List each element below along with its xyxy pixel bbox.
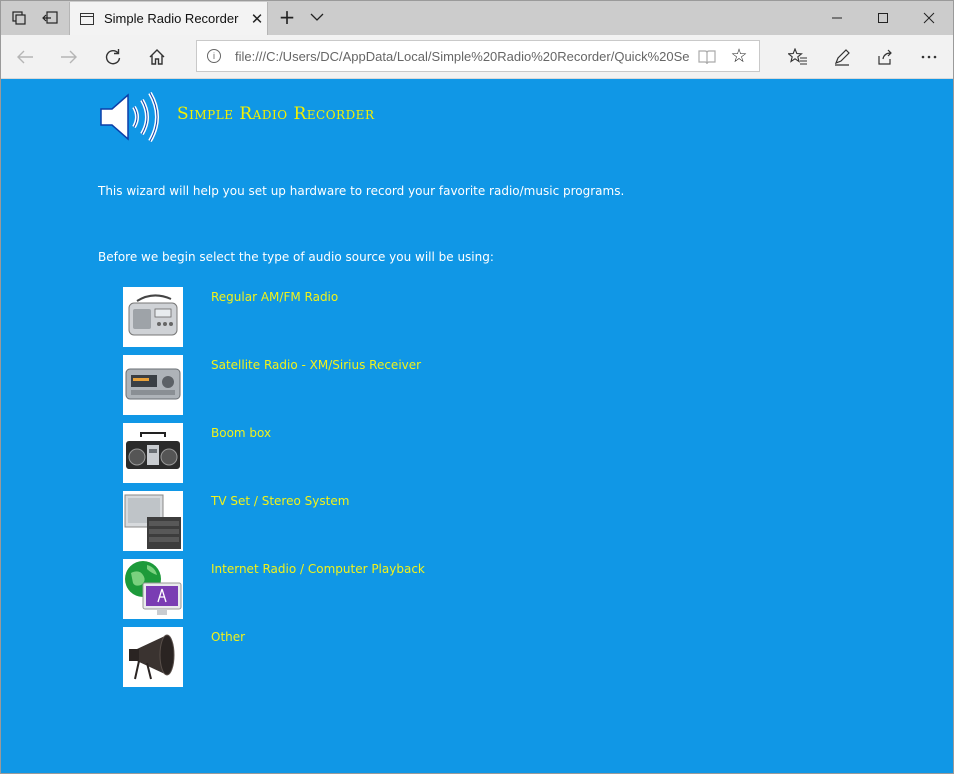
- favorites-hub-icon[interactable]: [783, 42, 813, 72]
- tab-manager-icon[interactable]: [4, 3, 34, 33]
- address-bar[interactable]: i file:///C:/Users/DC/AppData/Local/Simp…: [196, 40, 760, 72]
- boombox-icon[interactable]: [123, 423, 183, 483]
- intro-text: This wizard will help you set up hardwar…: [98, 184, 625, 198]
- notes-pen-icon[interactable]: [827, 42, 857, 72]
- reading-view-icon[interactable]: [697, 47, 717, 67]
- source-link-am-fm[interactable]: Regular AM/FM Radio: [211, 290, 338, 304]
- close-tab-icon[interactable]: ✕: [248, 10, 266, 28]
- back-arrow-icon[interactable]: [10, 42, 40, 72]
- navigation-bar: i file:///C:/Users/DC/AppData/Local/Simp…: [1, 35, 953, 79]
- source-option-boombox[interactable]: Boom box: [123, 423, 523, 483]
- horn-speaker-icon[interactable]: [123, 627, 183, 687]
- source-link-tv-stereo[interactable]: TV Set / Stereo System: [211, 494, 349, 508]
- source-option-am-fm[interactable]: Regular AM/FM Radio: [123, 287, 523, 347]
- computer-globe-icon[interactable]: [123, 559, 183, 619]
- chevron-down-icon[interactable]: [307, 5, 327, 29]
- forward-arrow-icon[interactable]: [54, 42, 84, 72]
- radio-icon[interactable]: [123, 287, 183, 347]
- source-option-internet[interactable]: Internet Radio / Computer Playback: [123, 559, 523, 619]
- source-option-satellite[interactable]: Satellite Radio - XM/Sirius Receiver: [123, 355, 523, 415]
- tab-strip: Simple Radio Recorder ✕ +: [1, 1, 953, 35]
- share-icon[interactable]: [870, 42, 900, 72]
- tab-title: Simple Radio Recorder: [104, 11, 239, 26]
- speaker-logo-icon: [98, 87, 162, 147]
- source-link-other[interactable]: Other: [211, 630, 245, 644]
- source-option-other[interactable]: Other: [123, 627, 523, 687]
- refresh-icon[interactable]: [98, 42, 128, 72]
- satellite-receiver-icon[interactable]: [123, 355, 183, 415]
- tv-stereo-icon[interactable]: [123, 491, 183, 551]
- minimize-icon[interactable]: [814, 1, 860, 35]
- page-icon: [80, 12, 94, 25]
- favorite-star-icon[interactable]: ☆: [727, 44, 751, 68]
- set-tabs-aside-icon[interactable]: [35, 3, 65, 33]
- close-window-icon[interactable]: [906, 1, 952, 35]
- app-title: Simple Radio Recorder: [177, 104, 375, 124]
- tab-active[interactable]: Simple Radio Recorder ✕: [69, 2, 268, 35]
- maximize-icon[interactable]: [860, 1, 906, 35]
- browser-window: Simple Radio Recorder ✕ + i file:///C:/U…: [0, 0, 954, 774]
- source-link-boombox[interactable]: Boom box: [211, 426, 271, 440]
- source-prompt: Before we begin select the type of audio…: [98, 250, 494, 264]
- info-icon[interactable]: i: [207, 49, 221, 63]
- home-icon[interactable]: [142, 42, 172, 72]
- address-text[interactable]: file:///C:/Users/DC/AppData/Local/Simple…: [235, 49, 689, 64]
- page-content: Simple Radio Recorder This wizard will h…: [1, 79, 953, 773]
- source-link-satellite[interactable]: Satellite Radio - XM/Sirius Receiver: [211, 358, 421, 372]
- source-option-tv-stereo[interactable]: TV Set / Stereo System: [123, 491, 523, 551]
- new-tab-icon[interactable]: +: [277, 5, 297, 29]
- source-link-internet[interactable]: Internet Radio / Computer Playback: [211, 562, 425, 576]
- more-options-icon[interactable]: [914, 42, 944, 72]
